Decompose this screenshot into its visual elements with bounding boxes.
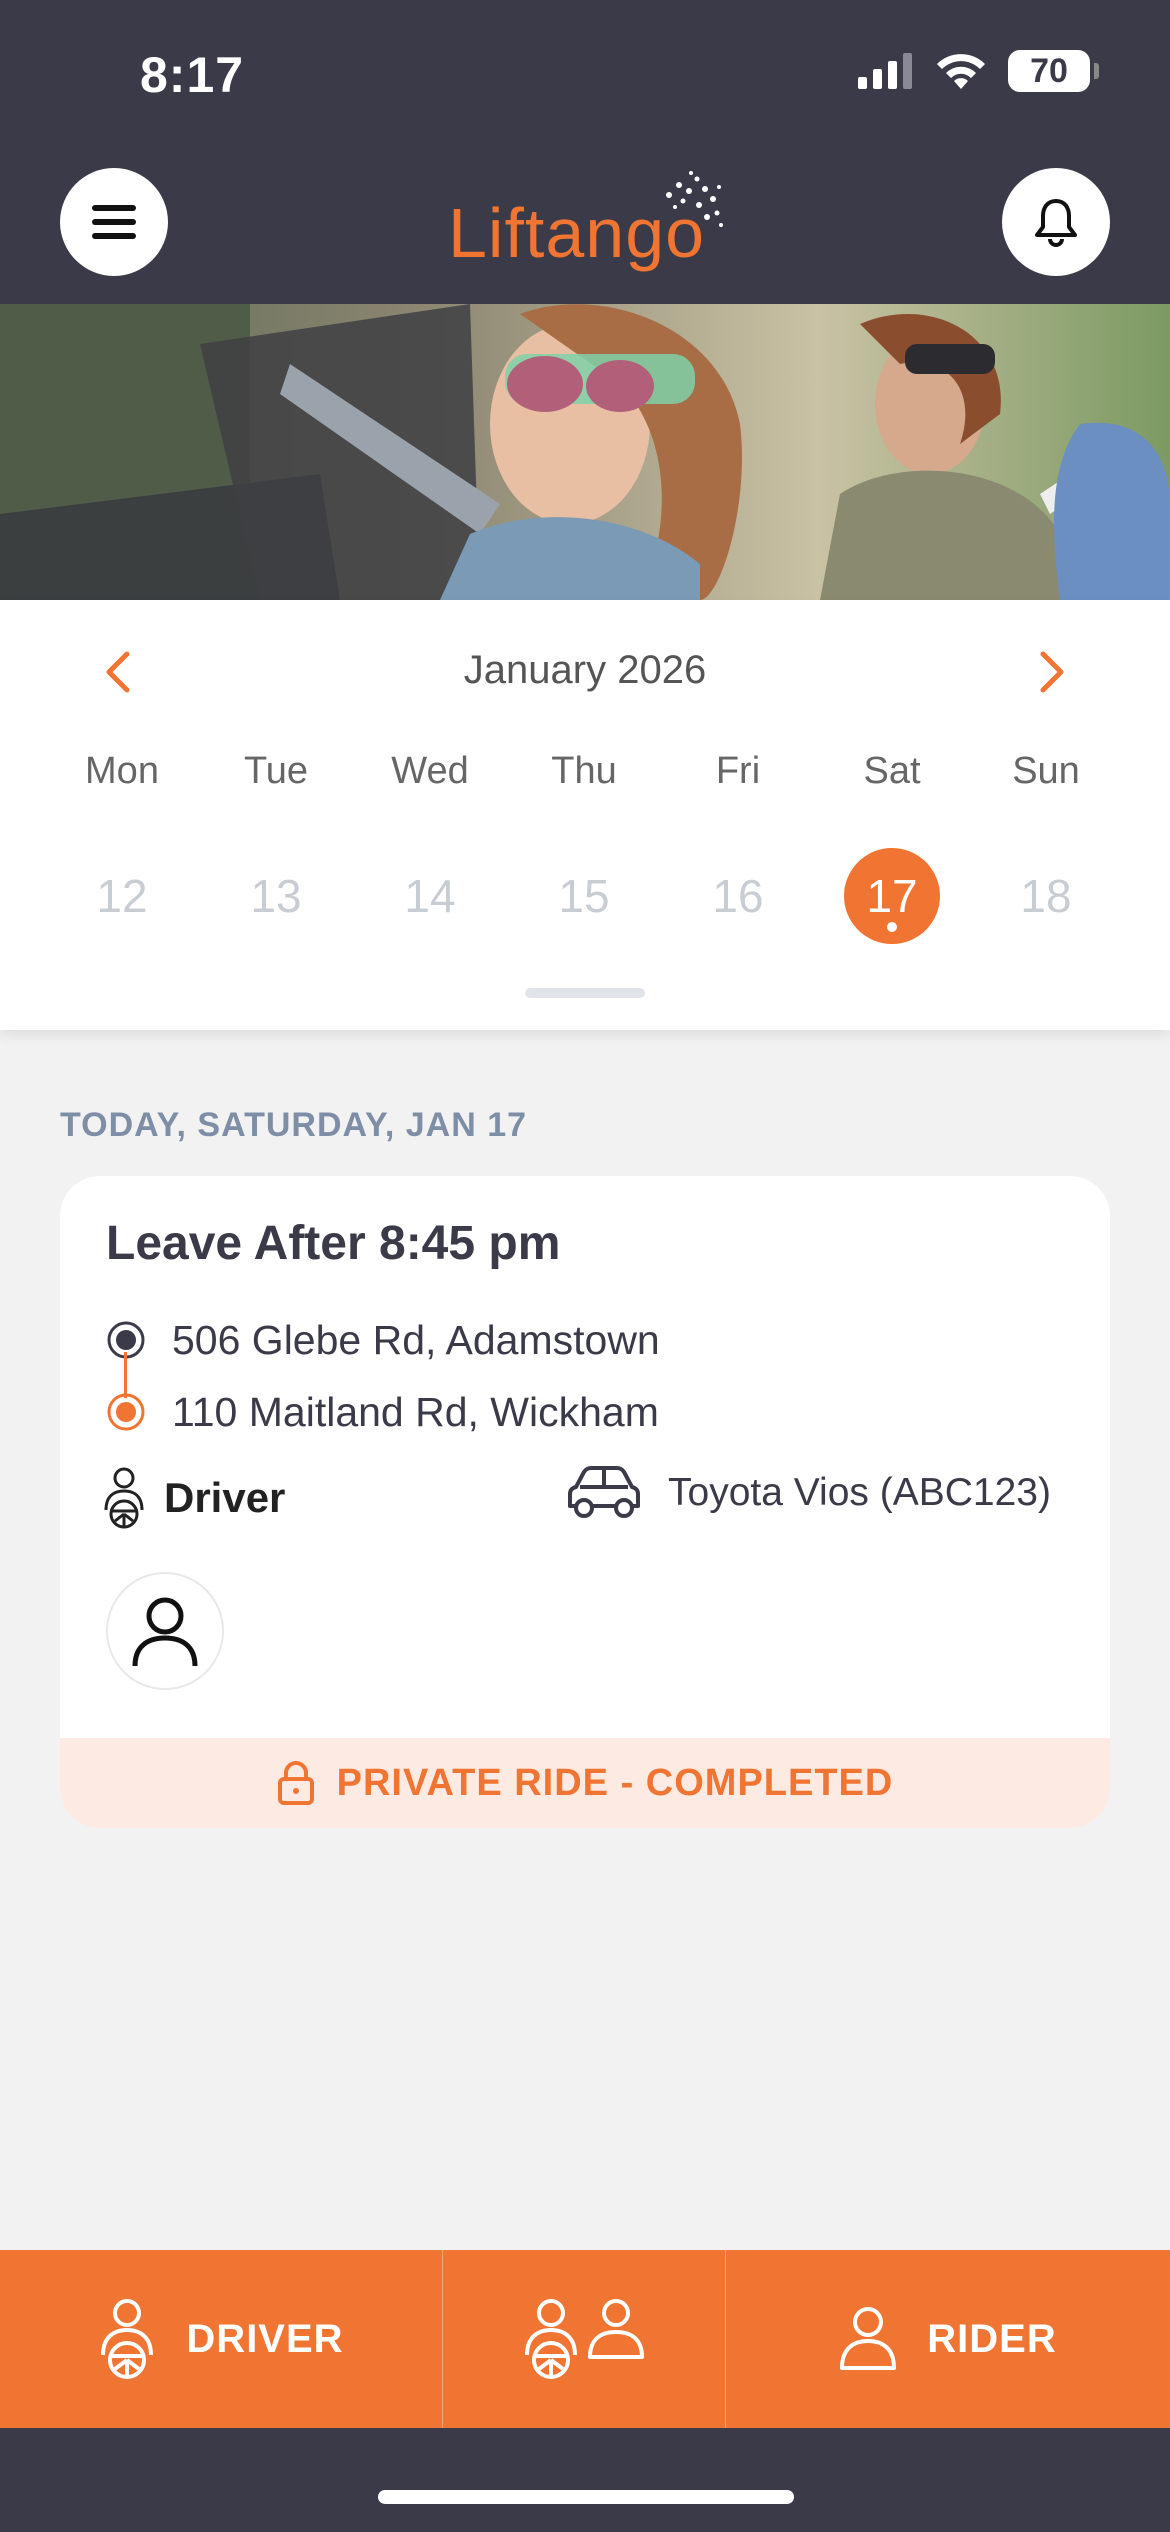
signal-icon bbox=[858, 53, 912, 89]
weekday-label: Sat bbox=[863, 750, 921, 792]
weekday-label: Sun bbox=[1012, 750, 1080, 792]
status-time: 8:17 bbox=[140, 47, 245, 103]
calendar-date[interactable]: 18 bbox=[969, 848, 1123, 944]
date-number: 13 bbox=[250, 870, 302, 922]
driver-and-rider-icon bbox=[525, 2299, 644, 2379]
nav-rider-button[interactable]: RIDER bbox=[726, 2250, 1170, 2428]
chevron-right-icon bbox=[1040, 651, 1064, 693]
destination-marker-icon bbox=[107, 1393, 145, 1431]
nav-driver-rider-button[interactable] bbox=[443, 2250, 726, 2428]
weekday-label: Tue bbox=[243, 750, 309, 792]
next-week-button[interactable] bbox=[1022, 642, 1082, 702]
menu-button[interactable] bbox=[60, 168, 168, 276]
vehicle-label: Toyota Vios (ABC123) bbox=[668, 1471, 1051, 1514]
role-label: Driver bbox=[164, 1474, 286, 1521]
calendar-month-label: January 2026 bbox=[463, 648, 707, 692]
trip-role: Driver bbox=[102, 1466, 285, 1530]
origin-address: 506 Glebe Rd, Adamstown bbox=[172, 1316, 660, 1363]
trip-departure-title: Leave After 8:45 pm bbox=[106, 1217, 561, 1270]
nav-driver-label: DRIVER bbox=[186, 2316, 344, 2361]
event-dot-indicator bbox=[887, 922, 897, 932]
home-indicator[interactable] bbox=[378, 2490, 794, 2504]
date-number: 16 bbox=[712, 870, 764, 922]
car-icon bbox=[568, 1466, 640, 1518]
wifi-icon bbox=[937, 54, 985, 89]
calendar-date[interactable]: 12 bbox=[45, 848, 199, 944]
app-logo: Liftango bbox=[448, 171, 729, 288]
status-icons: 70 bbox=[858, 50, 1099, 92]
battery-icon: 70 bbox=[1008, 50, 1099, 92]
calendar-date[interactable]: 13 bbox=[199, 848, 353, 944]
weekday-header-row: Mon Tue Wed Thu Fri Sat Sun bbox=[45, 750, 1125, 793]
hamburger-menu-icon bbox=[92, 205, 136, 239]
route-connector-line bbox=[124, 1352, 127, 1398]
date-number: 12 bbox=[96, 870, 148, 922]
weekday-label: Mon bbox=[85, 750, 159, 792]
home-indicator-area bbox=[0, 2428, 1170, 2532]
date-row: 12 13 14 15 16 17 18 bbox=[45, 848, 1125, 944]
day-section-label: TODAY, SATURDAY, JAN 17 bbox=[60, 1106, 528, 1144]
date-number: 15 bbox=[558, 870, 610, 922]
top-bar: 8:17 70 Liftango bbox=[0, 0, 1170, 304]
trip-vehicle: Toyota Vios (ABC123) bbox=[564, 1466, 1051, 1520]
weekday-label: Fri bbox=[715, 750, 761, 792]
destination-row: 110 Maitland Rd, Wickham bbox=[106, 1376, 660, 1448]
nav-driver-button[interactable]: DRIVER bbox=[0, 2250, 443, 2428]
date-number: 18 bbox=[1020, 870, 1072, 922]
calendar-date[interactable]: 14 bbox=[353, 848, 507, 944]
calendar-date[interactable]: 16 bbox=[661, 848, 815, 944]
rider-icon bbox=[840, 2307, 897, 2370]
ride-status-banner: PRIVATE RIDE - COMPLETED bbox=[60, 1738, 1110, 1828]
destination-address: 110 Maitland Rd, Wickham bbox=[172, 1388, 659, 1435]
bottom-navigation: DRIVER RIDER bbox=[0, 2250, 1170, 2428]
user-avatar-icon bbox=[132, 1597, 198, 1667]
trip-route: 506 Glebe Rd, Adamstown 110 Maitland Rd,… bbox=[106, 1304, 660, 1448]
lock-icon bbox=[277, 1761, 314, 1805]
notifications-button[interactable] bbox=[1002, 168, 1110, 276]
driver-icon bbox=[101, 2299, 154, 2379]
week-calendar: January 2026 Mon Tue Wed Thu Fri Sat Sun… bbox=[0, 600, 1170, 1030]
calendar-date[interactable]: 15 bbox=[507, 848, 661, 944]
driver-icon bbox=[104, 1467, 144, 1529]
ride-status-text: PRIVATE RIDE - COMPLETED bbox=[336, 1761, 894, 1804]
weekday-label: Wed bbox=[391, 750, 469, 792]
bell-icon bbox=[1035, 199, 1077, 247]
trip-card[interactable]: Leave After 8:45 pm 506 Glebe Rd, Adamst… bbox=[60, 1176, 1110, 1828]
origin-row: 506 Glebe Rd, Adamstown bbox=[106, 1304, 660, 1376]
passenger-avatar[interactable] bbox=[106, 1572, 224, 1690]
calendar-date-selected[interactable]: 17 bbox=[815, 848, 969, 944]
weekday-label: Thu bbox=[551, 750, 617, 792]
hero-banner-image bbox=[0, 304, 1170, 600]
logo-sparkle-icon bbox=[666, 171, 724, 227]
date-number: 14 bbox=[404, 870, 456, 922]
nav-rider-label: RIDER bbox=[927, 2316, 1057, 2361]
calendar-drag-handle[interactable] bbox=[525, 988, 645, 998]
